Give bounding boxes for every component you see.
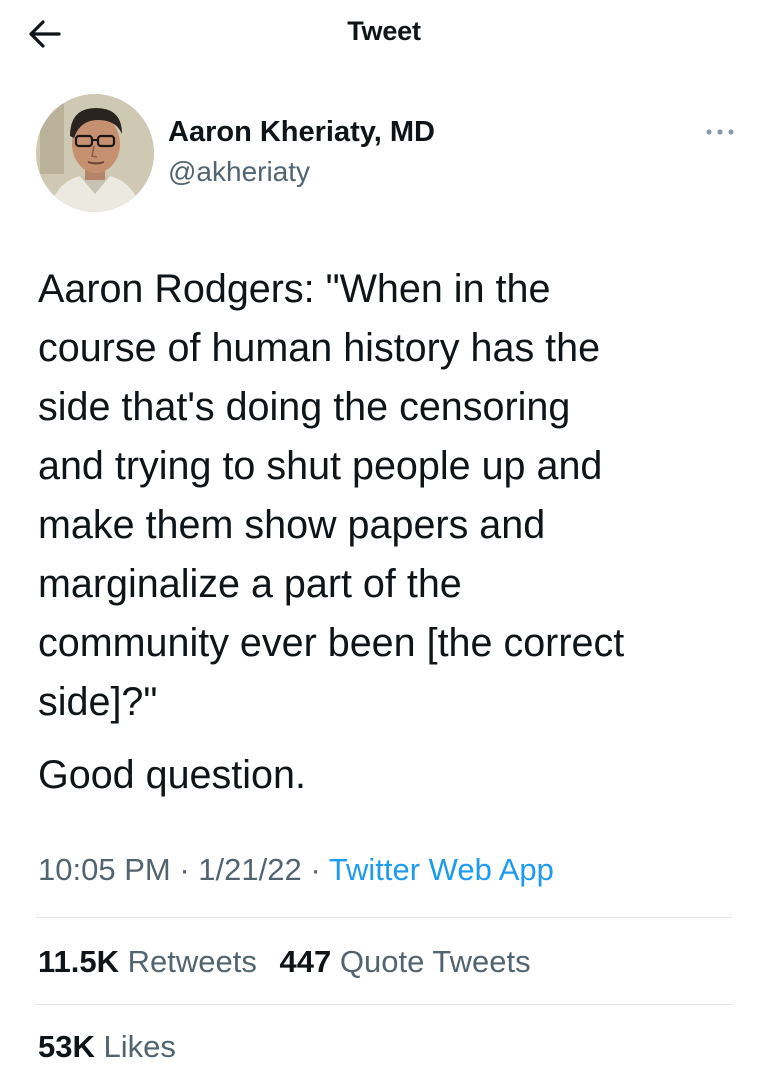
- author-handle[interactable]: @akheriaty: [168, 156, 310, 188]
- likes-label: Likes: [103, 1029, 176, 1064]
- tweet-text: Aaron Rodgers: "When in the course of hu…: [38, 267, 625, 724]
- author-name[interactable]: Aaron Kheriaty, MD: [168, 116, 435, 149]
- likes-stat[interactable]: 53K Likes: [38, 1029, 176, 1065]
- more-options-button[interactable]: [702, 124, 738, 140]
- divider: [36, 917, 732, 918]
- quote-tweets-stat[interactable]: 447 Quote Tweets: [280, 944, 531, 980]
- meta-separator: ·: [179, 852, 190, 887]
- engagement-stats-row: 11.5K Retweets 447 Quote Tweets: [38, 944, 531, 980]
- tweet-metadata: 10:05 PM · 1/21/22 · Twitter Web App: [38, 852, 554, 888]
- retweets-label: Retweets: [127, 944, 257, 979]
- likes-count: 53K: [38, 1029, 95, 1064]
- more-horizontal-icon: [706, 129, 734, 135]
- likes-stats-row: 53K Likes: [38, 1029, 176, 1065]
- divider: [36, 1004, 732, 1005]
- tweet-text-followup: Good question.: [38, 753, 306, 797]
- retweets-stat[interactable]: 11.5K Retweets: [38, 944, 257, 980]
- tweet-date[interactable]: 1/21/22: [198, 852, 301, 887]
- quote-tweets-label: Quote Tweets: [339, 944, 531, 979]
- page-title: Tweet: [347, 16, 421, 46]
- tweet-author-header: Aaron Kheriaty, MD @akheriaty: [36, 94, 736, 214]
- avatar-portrait-image: [36, 94, 154, 212]
- top-bar: Tweet: [0, 0, 768, 66]
- meta-separator: ·: [310, 852, 321, 887]
- retweets-count: 11.5K: [38, 944, 120, 979]
- avatar[interactable]: [36, 94, 154, 212]
- tweet-time[interactable]: 10:05 PM: [38, 852, 171, 887]
- quote-tweets-count: 447: [279, 944, 332, 979]
- tweet-source-link[interactable]: Twitter Web App: [329, 852, 554, 887]
